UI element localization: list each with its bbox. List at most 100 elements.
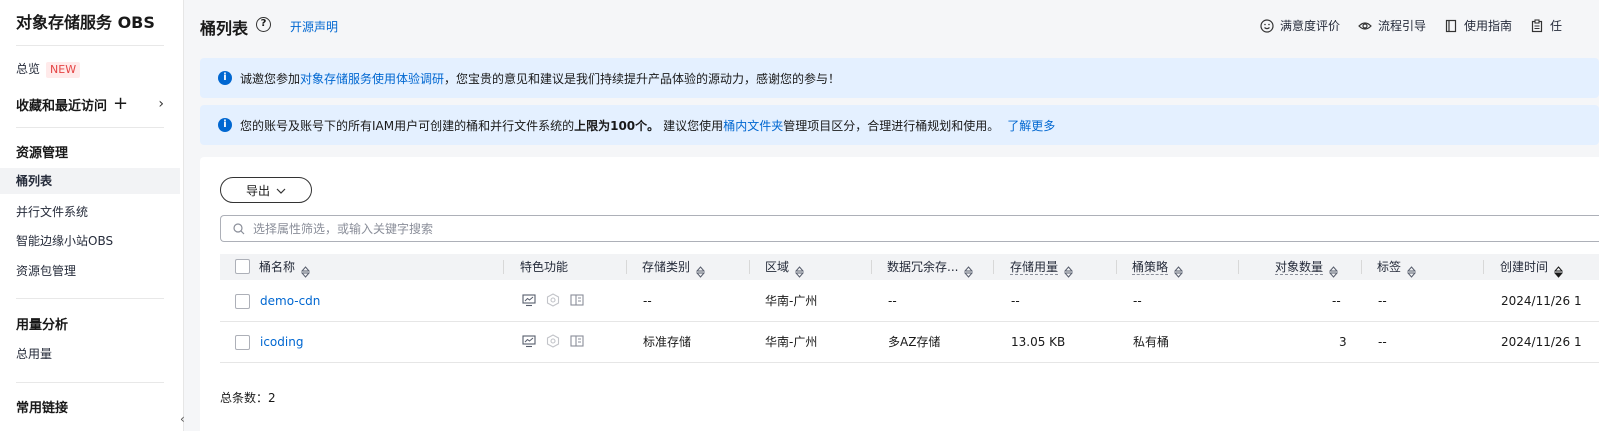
sidebar: 对象存储服务 OBS 总览 NEW 收藏和最近访问 + › 资源管理 桶列表 并行…	[0, 0, 184, 431]
col-bucket-name[interactable]: 桶名称	[259, 254, 311, 280]
redundancy-cell: --	[888, 294, 897, 308]
limit-notice: i 您的账号及账号下的所有IAM用户可创建的桶和并行文件系统的 上限为100个。建…	[200, 105, 1599, 145]
survey-link[interactable]: 对象存储服务使用体验调研	[300, 70, 444, 87]
eye-icon	[1358, 19, 1372, 33]
user-guide-button[interactable]: 使用指南	[1444, 17, 1512, 34]
feature-icons	[522, 293, 584, 307]
sort-icon[interactable]	[695, 261, 706, 278]
table-row: demo-cdn -- 华南-广州 -- -- -- -- -- 2024/11…	[220, 281, 1599, 322]
column-divider	[626, 260, 627, 274]
limit-mid: 建议您使用	[663, 118, 724, 133]
sort-icon[interactable]	[1553, 261, 1564, 278]
col-label: 标签	[1377, 260, 1402, 274]
col-object-count[interactable]: 对象数量	[1275, 254, 1339, 280]
limit-bold: 上限为100个。	[574, 118, 660, 133]
col-label: 桶名称	[259, 260, 296, 274]
export-button[interactable]: 导出	[220, 177, 312, 203]
process-guide-label: 流程引导	[1378, 19, 1427, 33]
clipboard-icon	[1530, 18, 1544, 33]
select-all-checkbox[interactable]	[235, 259, 250, 274]
col-storage-class[interactable]: 存储类别	[642, 254, 706, 280]
sort-icon[interactable]	[1063, 261, 1074, 278]
monitor-icon[interactable]	[522, 334, 536, 348]
bucket-panel: 导出 桶名称 特色功能 存储类别 区域 数据冗余存... 存储用量 桶策略 对象…	[200, 157, 1599, 431]
page-title: 桶列表	[200, 19, 249, 38]
sidebar-item-bucket-list[interactable]: 桶列表	[0, 168, 180, 194]
chevron-right-icon[interactable]: ›	[158, 96, 164, 112]
col-label: 桶策略	[1132, 259, 1169, 275]
sidebar-item-overview[interactable]: 总览 NEW	[16, 60, 81, 78]
column-divider	[1238, 260, 1239, 274]
collapse-sidebar-icon[interactable]: ‹	[180, 412, 194, 431]
sidebar-item-edge-obs[interactable]: 智能边缘小站OBS	[16, 232, 113, 249]
usage-cell: 13.05 KB	[1011, 335, 1066, 349]
monitor-icon[interactable]	[522, 293, 536, 307]
sort-icon[interactable]	[1406, 261, 1417, 278]
feature-icons	[522, 334, 584, 348]
limit-suffix: 管理项目区分，合理进行桶规划和使用。	[783, 118, 1000, 133]
user-guide-label: 使用指南	[1464, 19, 1513, 33]
settings-icon[interactable]	[546, 334, 560, 348]
storage-class-cell: --	[643, 294, 652, 308]
col-label: 数据冗余存...	[887, 260, 959, 274]
col-features: 特色功能	[520, 254, 568, 280]
column-divider	[993, 260, 994, 274]
tasks-button[interactable]: 任	[1530, 17, 1562, 34]
bucket-name-link[interactable]: icoding	[260, 322, 303, 362]
col-label: 对象数量	[1275, 259, 1324, 275]
tags-cell: --	[1378, 335, 1387, 349]
plus-icon[interactable]: +	[113, 95, 128, 113]
sort-icon[interactable]	[300, 261, 311, 278]
config-icon[interactable]	[570, 334, 584, 348]
row-checkbox[interactable]	[235, 335, 250, 350]
survey-prefix: 诚邀您参加	[240, 71, 301, 86]
column-divider	[503, 260, 504, 274]
settings-icon[interactable]	[546, 293, 560, 307]
process-guide-button[interactable]: 流程引导	[1358, 17, 1426, 34]
sidebar-item-resource-packages[interactable]: 资源包管理	[16, 262, 76, 279]
search-icon	[233, 222, 245, 235]
sidebar-item-parallel-fs[interactable]: 并行文件系统	[16, 203, 88, 220]
col-redundancy[interactable]: 数据冗余存...	[887, 254, 974, 280]
satisfaction-button[interactable]: 满意度评价	[1260, 17, 1340, 34]
column-divider	[1483, 260, 1484, 274]
col-storage-usage[interactable]: 存储用量	[1010, 254, 1074, 280]
info-icon: i	[218, 118, 232, 132]
col-label: 区域	[765, 260, 790, 274]
sidebar-item-total-usage[interactable]: 总用量	[16, 345, 52, 362]
sort-icon[interactable]	[794, 261, 805, 278]
help-icon[interactable]: ?	[256, 17, 271, 32]
favorites-recent[interactable]: 收藏和最近访问 + ›	[16, 94, 164, 114]
sort-icon[interactable]	[1173, 261, 1184, 278]
col-label: 存储类别	[642, 260, 691, 274]
created-time-cell: 2024/11/26 1	[1501, 335, 1582, 349]
limit-prefix: 您的账号及账号下的所有IAM用户可创建的桶和并行文件系统的	[240, 118, 575, 133]
col-created-time[interactable]: 创建时间	[1500, 254, 1564, 280]
export-label: 导出	[245, 183, 270, 198]
total-value: 2	[268, 391, 276, 405]
divider	[16, 127, 164, 128]
search-bar[interactable]	[220, 215, 1599, 242]
config-icon[interactable]	[570, 293, 584, 307]
smile-icon	[1260, 18, 1274, 33]
col-region[interactable]: 区域	[765, 254, 805, 280]
learn-more-link[interactable]: 了解更多	[1007, 117, 1055, 134]
chevron-down-icon	[276, 183, 286, 197]
sort-icon[interactable]	[1328, 261, 1339, 278]
divider	[16, 298, 164, 299]
table-header: 桶名称 特色功能 存储类别 区域 数据冗余存... 存储用量 桶策略 对象数量 …	[220, 254, 1599, 280]
bucket-name-link[interactable]: demo-cdn	[260, 281, 320, 321]
row-checkbox[interactable]	[235, 294, 250, 309]
tasks-label: 任	[1550, 19, 1563, 33]
group-resource-management: 资源管理	[16, 146, 69, 161]
total-count: 总条数：2	[220, 389, 276, 406]
col-bucket-policy[interactable]: 桶策略	[1132, 254, 1184, 280]
col-tags[interactable]: 标签	[1377, 254, 1417, 280]
open-source-link[interactable]: 开源声明	[290, 18, 338, 35]
search-input[interactable]	[253, 221, 853, 236]
satisfaction-label: 满意度评价	[1280, 19, 1341, 33]
survey-suffix: ，您宝贵的意见和建议是我们持续提升产品体验的源动力，感谢您的参与！	[444, 71, 841, 86]
region-cell: 华南-广州	[765, 294, 818, 308]
folder-link[interactable]: 桶内文件夹	[723, 117, 783, 134]
sort-icon[interactable]	[964, 261, 974, 278]
